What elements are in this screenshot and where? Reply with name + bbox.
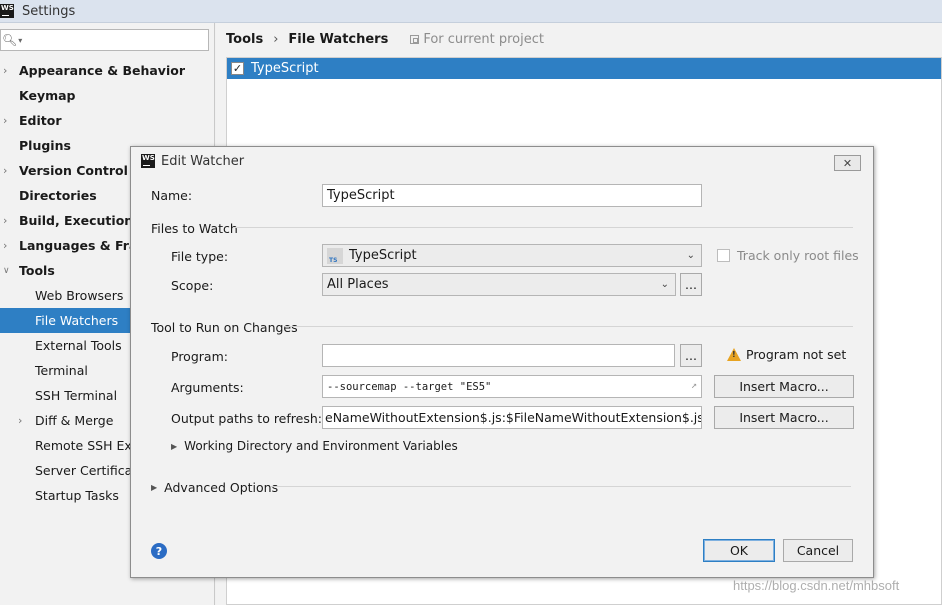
section-divider [285, 326, 853, 327]
expand-arrow-icon: ▶ [171, 441, 178, 451]
scope-note-label: For current project [423, 32, 544, 47]
program-label: Program: [171, 349, 228, 364]
expand-arrow-icon: ▶ [151, 483, 158, 492]
ok-button[interactable]: OK [703, 539, 775, 562]
scope-note: For current project [410, 32, 544, 47]
arguments-field[interactable]: --sourcemap --target "ES5" ↗ [322, 375, 702, 398]
chevron-down-icon: ⌄ [660, 279, 669, 290]
dialog-title: Edit Watcher [161, 153, 245, 169]
sidebar-item[interactable]: › Appearance & Behavior [0, 58, 215, 83]
sidebar-item-label: Keymap [19, 88, 76, 103]
arguments-value: --sourcemap --target "ES5" [327, 380, 492, 393]
breadcrumb: Tools › File Watchers For current projec… [226, 32, 544, 47]
section-divider [271, 486, 851, 487]
expand-icon[interactable]: ↗ [691, 380, 697, 391]
sidebar-item-label: Startup Tasks [35, 488, 119, 503]
program-browse-button[interactable]: ... [680, 344, 702, 367]
scope-label: Scope: [171, 278, 214, 293]
insert-macro-output-button[interactable]: Insert Macro... [714, 406, 854, 429]
track-root-checkbox[interactable] [717, 249, 730, 262]
chevron-right-icon[interactable]: › [3, 214, 13, 227]
watermark: https://blog.csdn.net/mhbsoft [733, 578, 900, 593]
output-paths-field[interactable]: eNameWithoutExtension$.js:$FileNameWitho… [322, 406, 702, 429]
search-icon: 🔍︎ [2, 33, 18, 47]
cancel-button[interactable]: Cancel [783, 539, 853, 562]
sidebar-item-label: Version Control [19, 163, 128, 178]
sidebar-item-label: Plugins [19, 138, 71, 153]
chevron-right-icon[interactable]: › [3, 164, 13, 177]
advanced-options-expander[interactable]: ▶ Advanced Options [151, 480, 278, 495]
search-options-chevron-icon[interactable]: ▾ [18, 36, 22, 45]
name-label: Name: [151, 188, 193, 203]
sidebar-item-label: External Tools [35, 338, 122, 353]
help-icon[interactable]: ? [151, 543, 167, 559]
chevron-right-icon[interactable]: › [3, 114, 13, 127]
chevron-right-icon[interactable]: › [3, 64, 13, 77]
files-to-watch-heading: Files to Watch [151, 221, 238, 236]
breadcrumb-current: File Watchers [288, 32, 389, 47]
close-icon: ✕ [842, 156, 853, 170]
watcher-name: TypeScript [251, 61, 319, 76]
close-button[interactable]: ✕ [834, 155, 861, 171]
webstorm-logo-icon: WS [141, 154, 155, 168]
scope-select[interactable]: All Places ⌄ [322, 273, 676, 296]
warning-icon: ! [727, 348, 741, 361]
search-input[interactable]: 🔍︎ ▾ [0, 29, 209, 51]
sidebar-item-label: Web Browsers [35, 288, 124, 303]
file-type-value: TypeScript [349, 248, 417, 263]
webstorm-logo-icon: WS [0, 4, 14, 18]
window-titlebar: WS Settings [0, 0, 942, 23]
chevron-down-icon: ⌄ [686, 250, 695, 261]
sidebar-item[interactable]: › Editor [0, 108, 215, 133]
sidebar-item-label: Directories [19, 188, 97, 203]
sidebar-item-label: Tools [19, 263, 55, 278]
chevron-right-icon[interactable]: › [3, 239, 13, 252]
sidebar-item-label: Appearance & Behavior [19, 63, 185, 78]
working-directory-label: Working Directory and Environment Variab… [184, 439, 458, 453]
scope-value: All Places [327, 277, 389, 292]
name-field[interactable]: TypeScript [322, 184, 702, 207]
program-warning-text: Program not set [746, 347, 847, 362]
project-scope-icon [410, 35, 420, 44]
sidebar-item[interactable]: Keymap [0, 83, 215, 108]
insert-macro-arguments-button[interactable]: Insert Macro... [714, 375, 854, 398]
working-directory-expander[interactable]: ▶ Working Directory and Environment Vari… [171, 439, 458, 453]
file-type-label: File type: [171, 249, 229, 264]
edit-watcher-dialog: WS Edit Watcher ✕ Name: TypeScript Files… [130, 146, 874, 578]
dialog-titlebar: WS Edit Watcher [131, 147, 873, 175]
chevron-right-icon[interactable]: › [18, 414, 28, 427]
advanced-options-label: Advanced Options [164, 480, 279, 495]
sidebar-item-label: Remote SSH Exte [35, 438, 145, 453]
track-root-label: Track only root files [737, 248, 859, 263]
dialog-body: Name: TypeScript Files to Watch File typ… [137, 175, 867, 571]
sidebar-item-label: Server Certificate [35, 463, 145, 478]
scope-browse-button[interactable]: ... [680, 273, 702, 296]
sidebar-item-label: File Watchers [35, 313, 119, 328]
file-type-select[interactable]: TS TypeScript ⌄ [322, 244, 702, 267]
breadcrumb-root: Tools [226, 32, 264, 47]
program-field[interactable] [322, 344, 675, 367]
tool-section-heading: Tool to Run on Changes [151, 320, 298, 335]
section-divider [235, 227, 853, 228]
sidebar-item-label: Editor [19, 113, 62, 128]
sidebar-item-label: SSH Terminal [35, 388, 118, 403]
output-paths-label: Output paths to refresh: [171, 411, 322, 426]
sidebar-item-label: Diff & Merge [35, 413, 114, 428]
arguments-label: Arguments: [171, 380, 244, 395]
sidebar-item-label: Terminal [35, 363, 88, 378]
program-warning: ! Program not set [727, 347, 846, 362]
watcher-enabled-checkbox[interactable]: ✓ [231, 62, 244, 75]
chevron-down-icon[interactable]: ∨ [3, 266, 13, 276]
watcher-row[interactable]: ✓ TypeScript [227, 58, 941, 79]
window-title: Settings [22, 3, 76, 19]
breadcrumb-separator: › [273, 32, 279, 47]
typescript-file-icon: TS [327, 247, 343, 264]
